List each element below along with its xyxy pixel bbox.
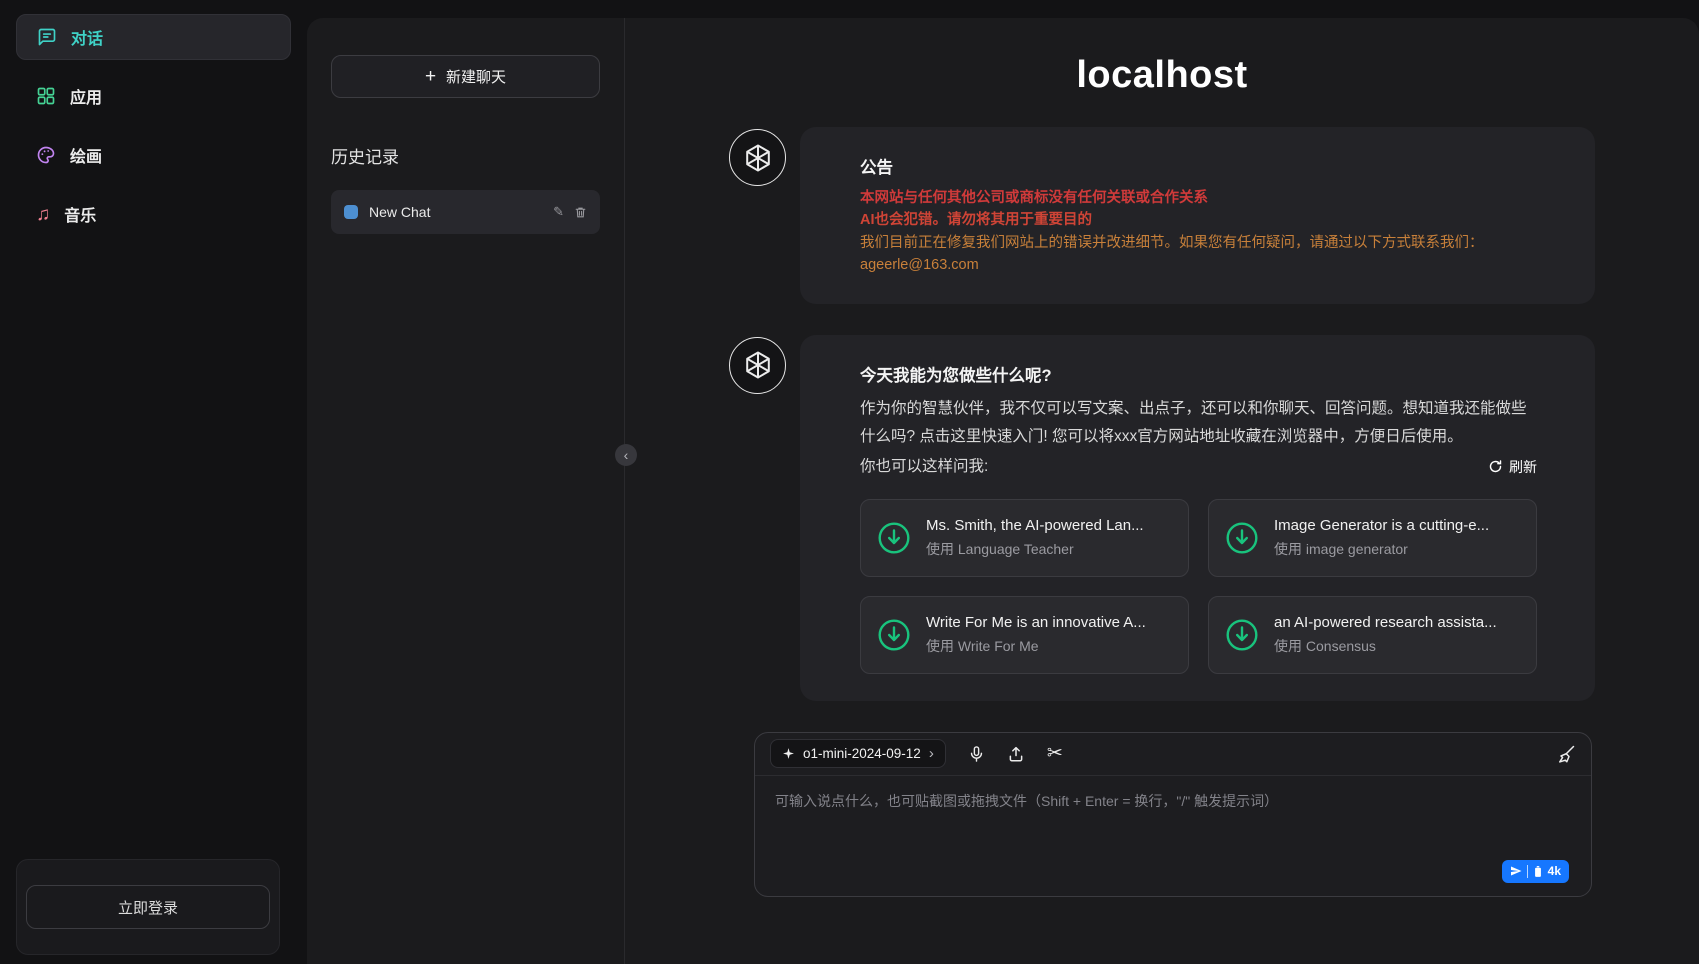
suggestion-subtitle: 使用 image generator: [1274, 539, 1489, 559]
sidebar-item-label: 对话: [71, 25, 103, 49]
suggestion-title: an AI-powered research assista...: [1274, 614, 1497, 631]
app-sidebar: 对话 应用 绘画 ♫ 音乐 立即登录: [0, 0, 307, 964]
suggestion-title: Ms. Smith, the AI-powered Lan...: [926, 517, 1144, 534]
clear-context-button[interactable]: [1556, 744, 1576, 764]
send-plane-icon: [1510, 865, 1522, 877]
chat-list-column: + 新建聊天 历史记录 New Chat ✎: [307, 18, 625, 964]
suggestion-card[interactable]: Ms. Smith, the AI-powered Lan... 使用 Lang…: [860, 499, 1189, 577]
suggestion-title: Image Generator is a cutting-e...: [1274, 517, 1489, 534]
plus-icon: +: [425, 66, 436, 88]
import-circle-icon: [1225, 618, 1259, 652]
import-circle-icon: [877, 521, 911, 555]
battery-icon: [1533, 865, 1543, 878]
message-welcome: 今天我能为您做些什么呢? 作为你的智慧伙伴，我不仅可以写文案、出点子，还可以和你…: [729, 335, 1595, 701]
sidebar-item-label: 音乐: [64, 202, 96, 226]
composer-toolbar: o1-mini-2024-09-12 › ✂: [755, 733, 1591, 776]
sidebar-item-label: 绘画: [70, 143, 102, 167]
composer-body: 4k: [755, 776, 1591, 896]
collapse-sidebar-button[interactable]: ‹: [615, 444, 637, 466]
chat-bubble-icon: [37, 27, 57, 47]
chevron-right-icon: ›: [929, 745, 934, 762]
new-chat-label: 新建聊天: [446, 66, 506, 87]
message-announcement: 公告 本网站与任何其他公司或商标没有任何关联或合作关系 AI也会犯错。请勿将其用…: [729, 127, 1595, 304]
model-selector[interactable]: o1-mini-2024-09-12 ›: [770, 739, 946, 768]
token-count: 4k: [1548, 864, 1561, 878]
main-chat-area: localhost 公告 本网站与任何其他公司或商标没有任何关联或合作关系 AI…: [625, 18, 1699, 964]
import-circle-icon: [1225, 521, 1259, 555]
announcement-red-line-2: AI也会犯错。请勿将其用于重要目的: [860, 209, 1537, 231]
microphone-button[interactable]: [968, 744, 985, 764]
suggestion-subtitle: 使用 Write For Me: [926, 636, 1146, 656]
chat-panel: + 新建聊天 历史记录 New Chat ✎ ‹ localhost: [307, 18, 1699, 964]
suggestion-card[interactable]: Write For Me is an innovative A... 使用 Wr…: [860, 596, 1189, 674]
delete-icon[interactable]: [574, 206, 587, 219]
import-circle-icon: [877, 618, 911, 652]
login-panel: 立即登录: [16, 859, 280, 955]
sidebar-item-drawing[interactable]: 绘画: [16, 132, 291, 178]
announcement-card: 公告 本网站与任何其他公司或商标没有任何关联或合作关系 AI也会犯错。请勿将其用…: [800, 127, 1595, 304]
suggestion-grid: Ms. Smith, the AI-powered Lan... 使用 Lang…: [860, 499, 1537, 674]
openai-logo-icon: [742, 349, 774, 381]
assistant-avatar: [729, 129, 786, 186]
login-button[interactable]: 立即登录: [26, 885, 270, 929]
welcome-card: 今天我能为您做些什么呢? 作为你的智慧伙伴，我不仅可以写文案、出点子，还可以和你…: [800, 335, 1595, 701]
suggestion-title: Write For Me is an innovative A...: [926, 614, 1146, 631]
chat-item-actions: ✎: [553, 204, 587, 220]
sidebar-item-music[interactable]: ♫ 音乐: [16, 191, 291, 237]
send-button[interactable]: 4k: [1502, 860, 1569, 883]
chat-list-item[interactable]: New Chat ✎: [331, 190, 600, 234]
palette-icon: [36, 145, 56, 165]
sparkle-icon: [782, 747, 795, 760]
scissors-button[interactable]: ✂: [1047, 744, 1063, 763]
composer: o1-mini-2024-09-12 › ✂: [754, 732, 1592, 897]
suggestion-card[interactable]: Image Generator is a cutting-e... 使用 ima…: [1208, 499, 1537, 577]
new-chat-button[interactable]: + 新建聊天: [331, 55, 600, 98]
history-title: 历史记录: [331, 143, 600, 168]
suggestion-subtitle: 使用 Consensus: [1274, 636, 1497, 656]
sidebar-item-apps[interactable]: 应用: [16, 73, 291, 119]
refresh-label: 刷新: [1509, 457, 1537, 477]
assistant-avatar: [729, 337, 786, 394]
announcement-red-line-1: 本网站与任何其他公司或商标没有任何关联或合作关系: [860, 187, 1537, 209]
send-divider: [1527, 865, 1528, 878]
apps-grid-icon: [36, 86, 56, 106]
chat-color-swatch: [344, 205, 358, 219]
chat-item-title: New Chat: [369, 204, 542, 220]
welcome-body: 作为你的智慧伙伴，我不仅可以写文案、出点子，还可以和你聊天、回答问题。想知道我还…: [860, 395, 1537, 451]
model-label: o1-mini-2024-09-12: [803, 746, 921, 761]
openai-logo-icon: [742, 142, 774, 174]
page-title: localhost: [1076, 54, 1247, 97]
announcement-orange-line: 我们目前正在修复我们网站上的错误并改进细节。如果您有任何疑问，请通过以下方式联系…: [860, 232, 1537, 254]
refresh-icon: [1488, 459, 1503, 474]
sidebar-item-chat[interactable]: 对话: [16, 14, 291, 60]
music-note-icon: ♫: [36, 205, 50, 224]
welcome-hint: 你也可以这样问我:: [860, 453, 988, 481]
announcement-heading: 公告: [860, 154, 1537, 178]
chat-content: 公告 本网站与任何其他公司或商标没有任何关联或合作关系 AI也会犯错。请勿将其用…: [729, 127, 1595, 897]
contact-email-link[interactable]: ageerle@163.com: [860, 254, 1537, 276]
refresh-suggestions-button[interactable]: 刷新: [1488, 457, 1537, 477]
sidebar-item-label: 应用: [70, 84, 102, 108]
suggestion-card[interactable]: an AI-powered research assista... 使用 Con…: [1208, 596, 1537, 674]
suggestion-subtitle: 使用 Language Teacher: [926, 539, 1144, 559]
edit-icon[interactable]: ✎: [553, 204, 564, 220]
hint-row: 你也可以这样问我: 刷新: [860, 453, 1537, 481]
upload-button[interactable]: [1007, 744, 1025, 764]
welcome-heading: 今天我能为您做些什么呢?: [860, 362, 1537, 386]
message-input[interactable]: [755, 776, 1591, 896]
